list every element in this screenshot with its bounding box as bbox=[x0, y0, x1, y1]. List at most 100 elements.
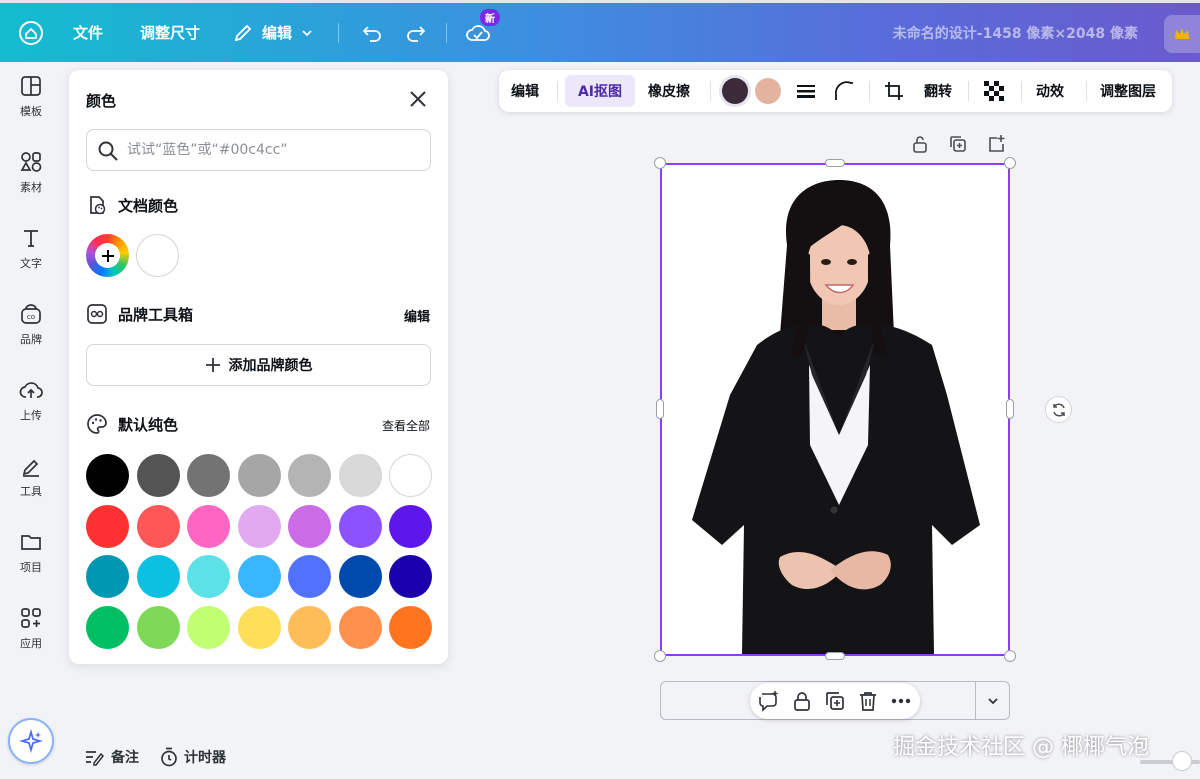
rail-item-apps[interactable]: 应用 bbox=[0, 594, 62, 664]
default-color-swatch[interactable] bbox=[338, 555, 382, 598]
default-color-swatch[interactable] bbox=[86, 555, 129, 598]
transparency-icon bbox=[984, 81, 1004, 101]
default-color-swatch[interactable] bbox=[288, 605, 331, 649]
search-icon bbox=[98, 141, 118, 161]
default-color-swatch[interactable] bbox=[237, 555, 281, 598]
file-menu[interactable]: 文件 bbox=[73, 3, 103, 62]
ai-cutout-button[interactable]: AI抠图 bbox=[565, 75, 635, 107]
edit-menu[interactable]: 编辑 bbox=[232, 3, 314, 62]
undo-button[interactable] bbox=[360, 3, 384, 62]
add-color-button[interactable] bbox=[86, 234, 129, 277]
rail-label: 上传 bbox=[20, 409, 42, 422]
rail-item-tools[interactable]: 工具 bbox=[0, 442, 62, 512]
resize-button[interactable]: 调整尺寸 bbox=[140, 3, 200, 62]
redo-button[interactable] bbox=[404, 3, 428, 62]
eraser-button[interactable]: 橡皮擦 bbox=[648, 70, 690, 112]
border-style-button[interactable] bbox=[795, 70, 817, 112]
chevron-down-icon bbox=[987, 697, 998, 704]
zoom-slider-knob[interactable] bbox=[1172, 751, 1192, 771]
lock-icon[interactable] bbox=[910, 134, 930, 154]
default-color-swatch[interactable] bbox=[288, 504, 331, 548]
magic-assistant-button[interactable] bbox=[8, 718, 54, 764]
view-all-link[interactable]: 查看全部 bbox=[382, 417, 430, 434]
default-color-swatch[interactable] bbox=[136, 454, 180, 497]
default-color-swatch[interactable] bbox=[187, 555, 230, 598]
more-options-icon[interactable] bbox=[890, 690, 912, 712]
corner-rounding-button[interactable] bbox=[833, 70, 855, 112]
design-canvas[interactable] bbox=[660, 163, 1010, 656]
add-brand-color-button[interactable]: 添加品牌颜色 bbox=[86, 344, 431, 386]
color-swatch-button[interactable] bbox=[722, 78, 748, 104]
rail-item-projects[interactable]: 项目 bbox=[0, 518, 62, 588]
resize-handle-top-left[interactable] bbox=[654, 157, 666, 169]
expand-pages-button[interactable] bbox=[975, 682, 1009, 719]
divider bbox=[968, 81, 969, 101]
new-badge: 新 bbox=[480, 9, 500, 26]
portrait-photo[interactable] bbox=[662, 165, 1008, 654]
default-color-swatch[interactable] bbox=[338, 454, 382, 497]
rail-item-text[interactable]: 文字 bbox=[0, 214, 62, 284]
rail-item-upload[interactable]: 上传 bbox=[0, 366, 62, 436]
duplicate-icon[interactable] bbox=[824, 690, 846, 712]
animate-button[interactable]: 动效 bbox=[1036, 70, 1064, 112]
resize-handle-bottom[interactable] bbox=[825, 652, 845, 660]
add-page-icon[interactable] bbox=[986, 134, 1006, 154]
duplicate-icon[interactable] bbox=[948, 134, 968, 154]
timer-button[interactable]: 计时器 bbox=[160, 747, 226, 767]
default-color-swatch[interactable] bbox=[237, 605, 281, 649]
default-color-swatch[interactable] bbox=[288, 555, 331, 598]
doc-color-swatch[interactable] bbox=[136, 234, 179, 277]
comment-add-icon[interactable] bbox=[758, 690, 780, 712]
trash-icon[interactable] bbox=[857, 690, 879, 712]
close-icon bbox=[410, 91, 426, 107]
notes-button[interactable]: 备注 bbox=[85, 747, 139, 767]
default-color-swatch[interactable] bbox=[136, 555, 180, 598]
default-color-swatch[interactable] bbox=[389, 555, 432, 598]
default-color-swatch[interactable] bbox=[389, 504, 432, 548]
default-color-swatch[interactable] bbox=[237, 454, 281, 497]
resize-handle-top-right[interactable] bbox=[1004, 157, 1016, 169]
crop-button[interactable] bbox=[883, 70, 905, 112]
rail-item-elements[interactable]: 素材 bbox=[0, 138, 62, 208]
upgrade-button[interactable] bbox=[1164, 15, 1200, 53]
color-swatch-button[interactable] bbox=[755, 78, 781, 104]
home-button[interactable] bbox=[18, 3, 44, 62]
close-button[interactable] bbox=[407, 88, 429, 110]
document-title[interactable]: 未命名的设计-1458 像素×2048 像素 bbox=[893, 3, 1138, 62]
resize-handle-bottom-left[interactable] bbox=[654, 650, 666, 662]
default-color-swatch[interactable] bbox=[136, 504, 180, 548]
default-color-swatch[interactable] bbox=[86, 454, 129, 497]
lock-icon[interactable] bbox=[791, 690, 813, 712]
resize-handle-bottom-right[interactable] bbox=[1004, 650, 1016, 662]
rotate-button[interactable] bbox=[1045, 396, 1072, 423]
default-color-swatch[interactable] bbox=[338, 605, 382, 649]
default-color-swatch[interactable] bbox=[187, 605, 230, 649]
resize-handle-right[interactable] bbox=[1006, 399, 1014, 419]
default-color-swatch[interactable] bbox=[136, 605, 180, 649]
search-input[interactable] bbox=[127, 142, 417, 158]
default-color-swatch[interactable] bbox=[288, 454, 331, 497]
default-color-swatch[interactable] bbox=[237, 504, 281, 548]
default-colors-title: 默认纯色 bbox=[118, 415, 179, 434]
brand-kit-edit-link[interactable]: 编辑 bbox=[404, 306, 430, 325]
transparency-button[interactable] bbox=[983, 70, 1005, 112]
divider bbox=[1021, 81, 1022, 101]
default-color-swatch[interactable] bbox=[338, 504, 382, 548]
corner-radius-icon bbox=[834, 81, 853, 100]
default-color-swatch[interactable] bbox=[389, 605, 432, 649]
default-color-swatch[interactable] bbox=[187, 454, 230, 497]
resize-handle-top[interactable] bbox=[825, 159, 845, 167]
default-color-swatch[interactable] bbox=[187, 504, 230, 548]
position-layers-button[interactable]: 调整图层 bbox=[1100, 70, 1156, 112]
default-color-swatch[interactable] bbox=[86, 605, 129, 649]
default-color-swatch[interactable] bbox=[389, 454, 432, 497]
rail-item-brand[interactable]: co 品牌 bbox=[0, 290, 62, 360]
divider bbox=[557, 81, 558, 101]
text-icon bbox=[24, 230, 38, 247]
color-search[interactable] bbox=[86, 129, 431, 171]
flip-button[interactable]: 翻转 bbox=[924, 70, 952, 112]
resize-handle-left[interactable] bbox=[656, 399, 664, 419]
default-color-swatch[interactable] bbox=[86, 504, 129, 548]
edit-image-button[interactable]: 编辑 bbox=[511, 70, 539, 112]
rail-item-templates[interactable]: 模板 bbox=[0, 62, 62, 132]
